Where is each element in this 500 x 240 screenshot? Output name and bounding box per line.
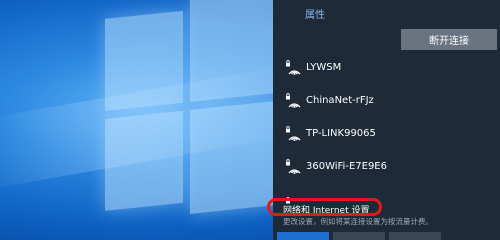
secured-wifi-icon [286, 93, 301, 108]
disconnect-button[interactable]: 断开连接 [401, 29, 497, 50]
network-ssid: LYWSM [306, 62, 342, 73]
network-ssid: 360WiFi-E7E9E6 [306, 161, 387, 172]
windows-logo [95, 0, 285, 230]
quick-tile-airplane[interactable] [333, 232, 385, 240]
network-item[interactable]: ChinaNet-rFJz [273, 85, 500, 118]
secured-wifi-icon [286, 60, 301, 75]
quick-tile-hotspot[interactable] [389, 232, 441, 240]
properties-link[interactable]: 属性 [305, 6, 325, 21]
network-ssid: TP-LINK99065 [306, 128, 376, 139]
settings-description: 更改设置，例如将某连接设置为按流量计费。 [283, 217, 433, 226]
logo-pane-bottom-left [105, 110, 183, 211]
network-item[interactable]: TP-LINK99065 [273, 118, 500, 151]
logo-pane-top-left [105, 10, 183, 111]
network-item[interactable]: LYWSM [273, 52, 500, 85]
network-list: LYWSM ChinaNet-rFJz TP-LINK99065 360WiFi… [273, 52, 500, 204]
network-item[interactable]: 360WiFi-E7E9E6 [273, 151, 500, 184]
secured-wifi-icon [286, 126, 301, 141]
logo-pane-top-right [190, 0, 282, 102]
logo-pane-bottom-right [190, 100, 282, 214]
network-ssid: ChinaNet-rFJz [306, 95, 374, 106]
secured-wifi-icon [286, 159, 301, 174]
highlight-annotation [267, 198, 382, 216]
quick-action-tiles [277, 232, 500, 240]
quick-tile-wifi[interactable] [277, 232, 329, 240]
